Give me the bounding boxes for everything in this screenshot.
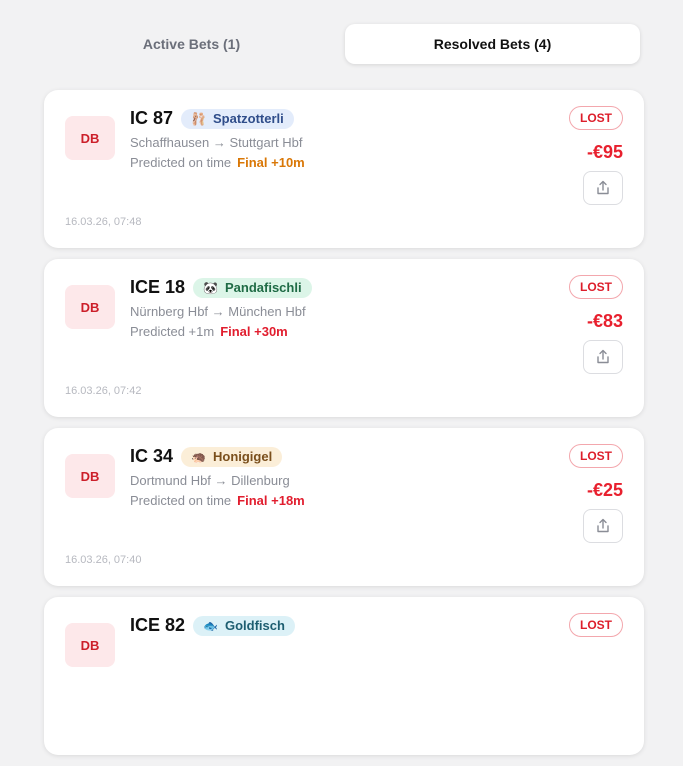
player-avatar-icon: 🦔 <box>191 449 206 464</box>
train-number: ICE 18 <box>130 277 186 297</box>
bet-card[interactable]: DB IC 87 🩰 Spatzotterli Schaffhausen → S… <box>44 90 644 248</box>
bet-card[interactable]: DB ICE 82 🐟 Goldfisch LOST <box>44 597 644 755</box>
status-badge: LOST <box>569 106 623 130</box>
final-delay: Final +10m <box>237 155 305 170</box>
bet-timestamp: 16.03.26, 07:48 <box>65 216 142 228</box>
player-chip: 🐟 Goldfisch <box>193 615 295 636</box>
predicted-text: Predicted on time <box>130 155 232 170</box>
bet-timestamp: 16.03.26, 07:40 <box>65 554 142 566</box>
share-icon <box>597 180 609 195</box>
player-chip: 🦔 Honigigel <box>181 446 283 467</box>
amount: -€95 <box>586 142 623 162</box>
share-button[interactable] <box>583 171 623 205</box>
prediction-row: Predicted +1m Final +30m <box>130 324 288 339</box>
bet-tabs: Active Bets (1) Resolved Bets (4) <box>44 24 640 64</box>
route: Nürnberg Hbf → München Hbf <box>130 304 306 319</box>
train-number: IC 34 <box>130 446 174 466</box>
status-badge: LOST <box>569 613 623 637</box>
player-name: Pandafischli <box>224 280 302 295</box>
player-name: Spatzotterli <box>212 111 284 126</box>
operator-logo: DB <box>65 454 115 498</box>
player-chip: 🐼 Pandafischli <box>193 277 312 298</box>
tab-resolved-bets[interactable]: Resolved Bets (4) <box>345 24 640 64</box>
predicted-text: Predicted +1m <box>130 324 215 339</box>
status-badge: LOST <box>569 444 623 468</box>
route: Dortmund Hbf → Dillenburg <box>130 473 290 488</box>
operator-logo: DB <box>65 285 115 329</box>
bet-timestamp: 16.03.26, 07:42 <box>65 385 142 397</box>
bet-title-row: ICE 18 🐼 Pandafischli <box>130 277 312 298</box>
operator-logo: DB <box>65 623 115 667</box>
prediction-row: Predicted on time Final +10m <box>130 155 305 170</box>
bet-list: DB IC 87 🩰 Spatzotterli Schaffhausen → S… <box>44 90 644 766</box>
train-number: ICE 82 <box>130 615 186 635</box>
player-avatar-icon: 🐼 <box>203 280 218 295</box>
share-icon <box>597 349 609 364</box>
share-button[interactable] <box>583 340 623 374</box>
bet-title-row: IC 34 🦔 Honigigel <box>130 446 283 467</box>
predicted-text: Predicted on time <box>130 493 232 508</box>
player-avatar-icon: 🐟 <box>203 618 218 633</box>
route: Schaffhausen → Stuttgart Hbf <box>130 135 303 150</box>
operator-logo: DB <box>65 116 115 160</box>
bet-title-row: IC 87 🩰 Spatzotterli <box>130 108 294 129</box>
train-number: IC 87 <box>130 108 174 128</box>
amount: -€25 <box>586 480 623 500</box>
bet-title-row: ICE 82 🐟 Goldfisch <box>130 615 295 636</box>
share-icon <box>597 518 609 533</box>
status-badge: LOST <box>569 275 623 299</box>
bet-card[interactable]: DB ICE 18 🐼 Pandafischli Nürnberg Hbf → … <box>44 259 644 417</box>
prediction-row: Predicted on time Final +18m <box>130 493 305 508</box>
player-name: Goldfisch <box>224 618 285 633</box>
share-button[interactable] <box>583 509 623 543</box>
tab-active-bets[interactable]: Active Bets (1) <box>44 24 339 64</box>
bet-card[interactable]: DB IC 34 🦔 Honigigel Dortmund Hbf → Dill… <box>44 428 644 586</box>
final-delay: Final +18m <box>237 493 305 508</box>
player-chip: 🩰 Spatzotterli <box>181 108 294 129</box>
final-delay: Final +30m <box>220 324 288 339</box>
player-name: Honigigel <box>212 449 273 464</box>
player-avatar-icon: 🩰 <box>191 111 206 126</box>
amount: -€83 <box>586 311 623 331</box>
